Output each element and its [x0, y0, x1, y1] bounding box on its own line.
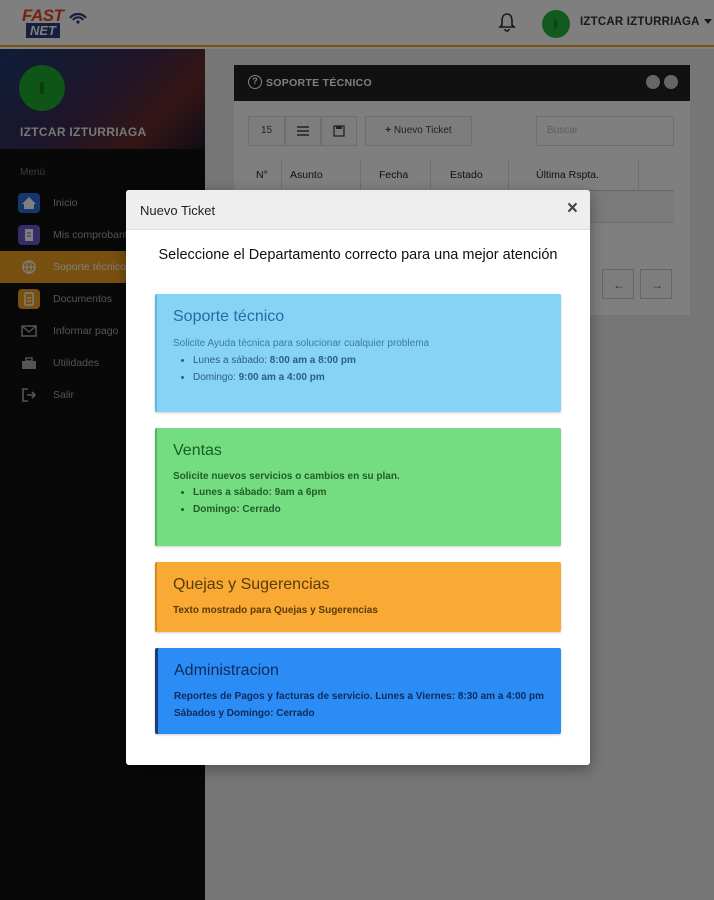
modal-title: Nuevo Ticket — [140, 203, 216, 218]
department-ventas-card[interactable]: Ventas Solicite nuevos servicios o cambi… — [155, 428, 561, 546]
department-description: Reportes de Pagos y facturas de servicio… — [174, 691, 544, 719]
schedule-item: Domingo: Cerrado — [193, 501, 326, 518]
department-description: Solicite nuevos servicios o cambios en s… — [173, 471, 400, 482]
department-title: Ventas — [173, 442, 222, 459]
department-schedule: Lunes a sábado: 9am a 6pm Domingo: Cerra… — [193, 484, 326, 518]
department-schedule: Lunes a sábado: 8:00 am a 8:00 pm Doming… — [193, 352, 356, 386]
new-ticket-modal: Nuevo Ticket × Seleccione el Departament… — [126, 190, 590, 765]
department-soporte-card[interactable]: Soporte técnico Solicite Ayuda técnica p… — [155, 294, 561, 412]
department-description: Solicite Ayuda técnica para solucionar c… — [173, 338, 430, 349]
department-title: Quejas y Sugerencias — [173, 576, 330, 593]
schedule-item: Lunes a sábado: 8:00 am a 8:00 pm — [193, 352, 356, 369]
modal-header: Nuevo Ticket × — [126, 190, 590, 230]
schedule-item: Lunes a sábado: 9am a 6pm — [193, 484, 326, 501]
schedule-item: Domingo: 9:00 am a 4:00 pm — [193, 369, 356, 386]
department-quejas-card[interactable]: Quejas y Sugerencias Texto mostrado para… — [155, 562, 561, 632]
department-description: Texto mostrado para Quejas y Sugerencias — [173, 605, 378, 616]
department-title: Soporte técnico — [173, 308, 285, 325]
department-admin-card[interactable]: Administracion Reportes de Pagos y factu… — [155, 648, 561, 734]
modal-intro-text: Seleccione el Departamento correcto para… — [158, 247, 558, 263]
department-title: Administracion — [174, 662, 279, 679]
close-icon[interactable]: × — [567, 199, 578, 219]
